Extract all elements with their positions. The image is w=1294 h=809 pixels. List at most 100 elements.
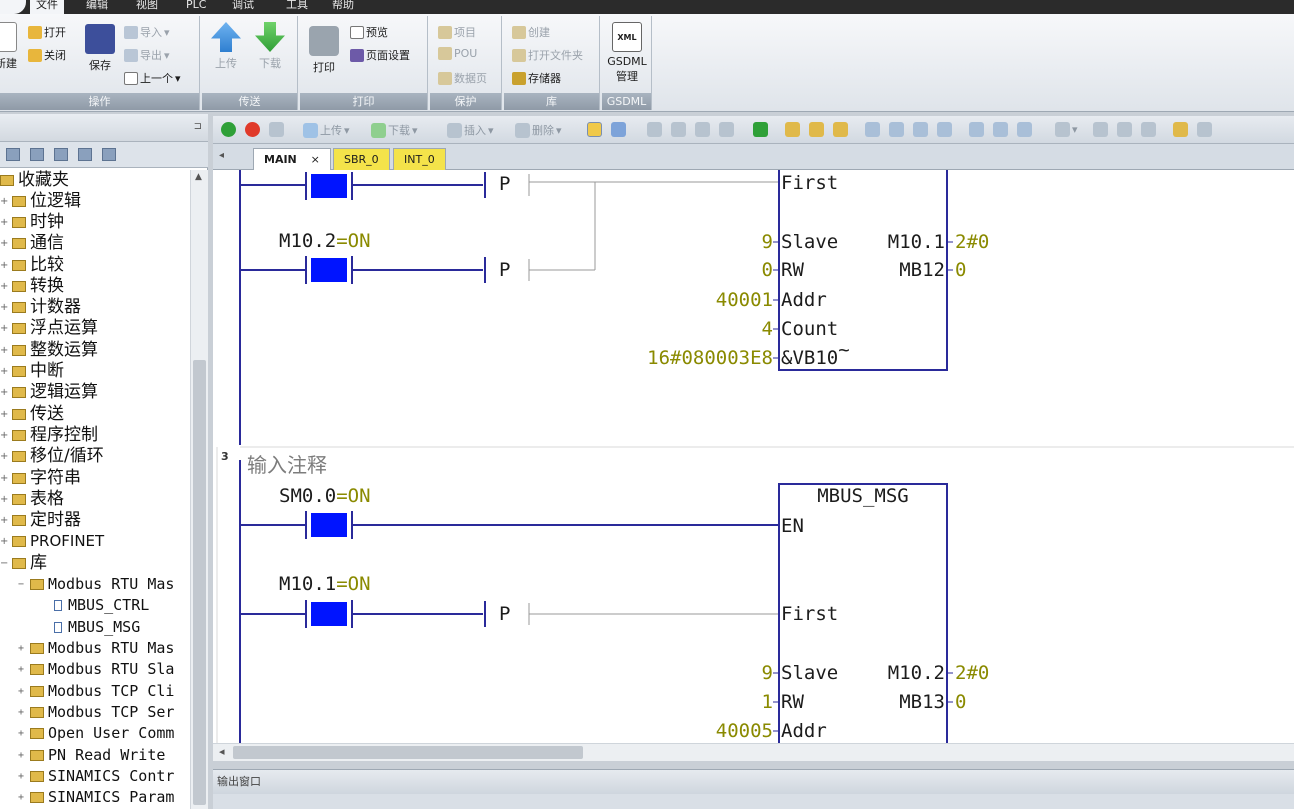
tree-item-string[interactable]: + 字符串 [0, 468, 81, 489]
toolbar-tool-22[interactable] [1173, 122, 1188, 137]
tree-item-timers[interactable]: + 定时器 [0, 510, 81, 531]
expand-icon[interactable]: + [0, 468, 10, 489]
tab-scroll-left-icon[interactable]: ◂ [219, 150, 224, 161]
toolbar-tool-1[interactable] [587, 122, 602, 137]
close-button[interactable]: 关闭 [28, 47, 66, 63]
tree-item-library[interactable]: − 库 [0, 553, 47, 574]
ladder-editor[interactable]: M10.2=ON P P First Slave RW Addr Count &… [213, 170, 1294, 743]
tree-scrollbar[interactable]: ▲ [190, 170, 208, 809]
network-comment[interactable]: 输入注释 [247, 449, 327, 478]
import-button[interactable]: 导入 ▾ [124, 24, 170, 40]
contact-m10-2[interactable] [305, 256, 353, 284]
tree-item-profinet[interactable]: + PROFINET [0, 531, 104, 552]
menu-file[interactable]: 文件 [30, 0, 64, 14]
toolbar-tool-21[interactable] [1141, 122, 1156, 137]
tree-item-move[interactable]: + 传送 [0, 404, 64, 425]
tree-tool-icon[interactable] [78, 148, 92, 161]
expand-icon[interactable]: + [0, 510, 10, 531]
toolbar-tool-4[interactable] [671, 122, 686, 137]
previous-button[interactable]: 上一个 ▾ [124, 70, 181, 86]
tree-item-compare[interactable]: + 比较 [0, 255, 64, 276]
toolbar-tool-11[interactable] [865, 122, 880, 137]
tree-item-mbus-msg[interactable]: MBUS_MSG [54, 617, 140, 638]
tree-item-shift-rotate[interactable]: + 移位/循环 [0, 446, 104, 467]
toolbar-tool-9[interactable] [809, 122, 824, 137]
scroll-thumb[interactable] [233, 746, 583, 759]
export-button[interactable]: 导出 ▾ [124, 47, 170, 63]
tree-item-favorites[interactable]: 收藏夹 [0, 170, 69, 191]
toolbar-insert-button[interactable]: 插入 ▾ [447, 122, 494, 138]
toolbar-tool-10[interactable] [833, 122, 848, 137]
expand-icon[interactable]: + [18, 702, 28, 723]
tree-item-program-control[interactable]: + 程序控制 [0, 425, 98, 446]
expand-icon[interactable]: + [18, 766, 28, 787]
expand-icon[interactable]: + [0, 276, 10, 297]
new-button[interactable]: 新建 [0, 22, 20, 71]
tree-item-counters[interactable]: + 计数器 [0, 297, 81, 318]
expand-icon[interactable]: + [0, 489, 10, 510]
collapse-icon[interactable]: − [18, 574, 28, 595]
tree-item-communication[interactable]: + 通信 [0, 233, 64, 254]
toolbar-tool-8[interactable] [785, 122, 800, 137]
stop-button[interactable] [245, 122, 260, 137]
gsdml-manage-button[interactable]: XML GSDML 管理 [606, 22, 648, 84]
scroll-left-icon[interactable]: ◂ [219, 745, 225, 758]
scroll-thumb[interactable] [193, 360, 206, 805]
tree-item-modbus-tcp-client[interactable]: + Modbus TCP Cli [18, 681, 174, 702]
toolbar-tool-7[interactable] [753, 122, 768, 137]
tab-main[interactable]: MAIN × [253, 148, 331, 170]
toolbar-tool-3[interactable] [647, 122, 662, 137]
tree-item-sinamics-param[interactable]: + SINAMICS Param [18, 787, 174, 808]
tree-item-sinamics-control[interactable]: + SINAMICS Contr [18, 766, 174, 787]
toolbar-tool-23[interactable] [1197, 122, 1212, 137]
toolbar-tool-20[interactable] [1117, 122, 1132, 137]
tree-item-pn-read-write[interactable]: + PN Read Write [18, 745, 165, 766]
open-button[interactable]: 打开 [28, 24, 66, 40]
tree-item-table[interactable]: + 表格 [0, 489, 64, 510]
download-button[interactable]: 下载 [254, 22, 286, 71]
expand-icon[interactable]: + [0, 404, 10, 425]
toolbar-tool-19[interactable] [1093, 122, 1108, 137]
toolbar-tool-15[interactable] [969, 122, 984, 137]
expand-icon[interactable]: + [0, 340, 10, 361]
tree-tool-icon[interactable] [54, 148, 68, 161]
tree-item-logic-ops[interactable]: + 逻辑运算 [0, 382, 98, 403]
expand-icon[interactable]: + [0, 531, 10, 552]
expand-icon[interactable]: + [0, 233, 10, 254]
expand-icon[interactable]: + [0, 297, 10, 318]
upload-button[interactable]: 上传 [210, 22, 242, 71]
expand-icon[interactable]: + [0, 382, 10, 403]
toolbar-tool-12[interactable] [889, 122, 904, 137]
expand-icon[interactable]: + [0, 212, 10, 233]
contact-network2-first[interactable] [305, 172, 353, 200]
tree-item-modbus-rtu-master[interactable]: − Modbus RTU Mas [18, 574, 174, 595]
toolbar-tool-16[interactable] [993, 122, 1008, 137]
tree-tool-icon[interactable] [102, 148, 116, 161]
create-library-button[interactable]: 创建 [512, 24, 550, 40]
tree-item-integer-math[interactable]: + 整数运算 [0, 340, 98, 361]
expand-icon[interactable]: + [0, 361, 10, 382]
tree-item-modbus-rtu-master-2[interactable]: + Modbus RTU Mas [18, 638, 174, 659]
contact-m10-1[interactable] [305, 600, 353, 628]
toolbar-upload-button[interactable]: 上传 ▾ [303, 122, 350, 138]
tree-item-clock[interactable]: + 时钟 [0, 212, 64, 233]
expand-icon[interactable]: + [18, 659, 28, 680]
page-setup-button[interactable]: 页面设置 [350, 47, 410, 63]
toolbar-tool-6[interactable] [719, 122, 734, 137]
editor-horizontal-scrollbar[interactable]: ◂ [213, 743, 1294, 761]
expand-icon[interactable]: + [0, 446, 10, 467]
protect-data-page-button[interactable]: 数据页 [438, 70, 487, 86]
tree-item-interrupt[interactable]: + 中断 [0, 361, 64, 382]
tab-sbr0[interactable]: SBR_0 [333, 148, 390, 170]
tab-int0[interactable]: INT_0 [393, 148, 446, 170]
tree-item-modbus-tcp-server[interactable]: + Modbus TCP Ser [18, 702, 174, 723]
collapse-icon[interactable]: − [0, 553, 10, 574]
expand-icon[interactable]: + [18, 787, 28, 808]
menu-help[interactable]: 帮助 [326, 0, 360, 14]
tree-item-modbus-rtu-slave[interactable]: + Modbus RTU Sla [18, 659, 174, 680]
toolbar-delete-button[interactable]: 删除 ▾ [515, 122, 562, 138]
run-button[interactable] [221, 122, 236, 137]
menu-view[interactable]: 视图 [130, 0, 164, 14]
expand-icon[interactable]: + [0, 425, 10, 446]
tree-item-mbus-ctrl[interactable]: MBUS_CTRL [54, 595, 149, 616]
